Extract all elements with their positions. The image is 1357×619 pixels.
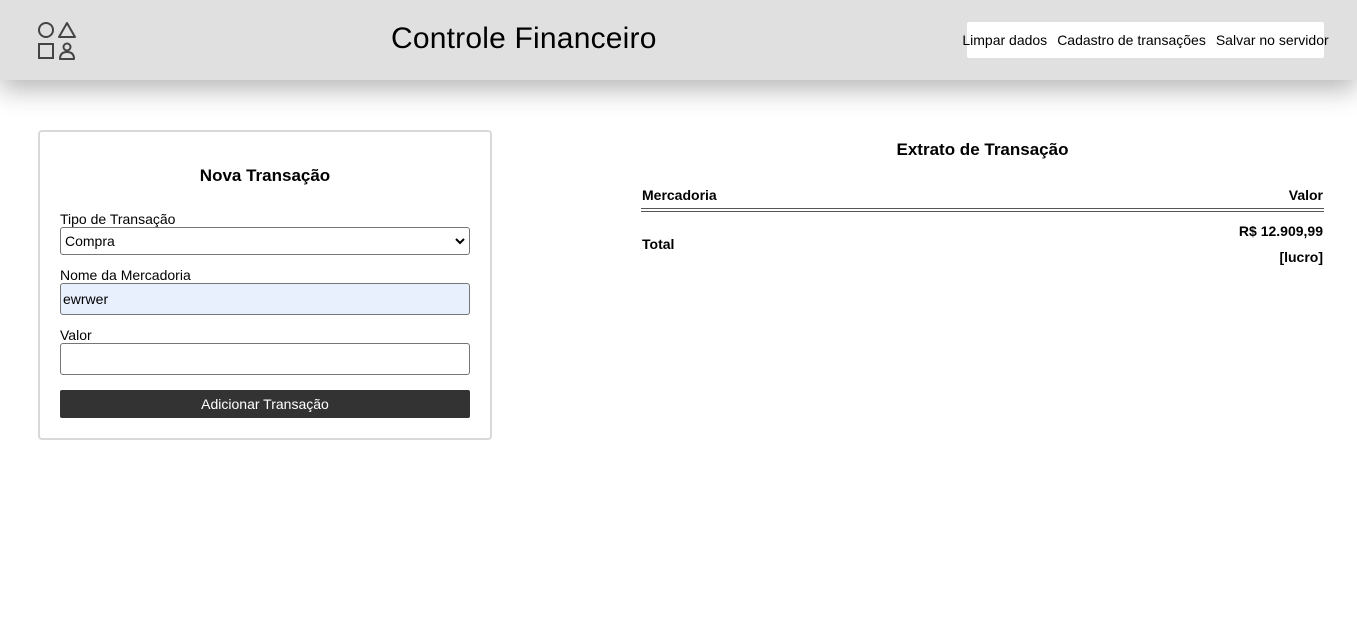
add-transaction-button[interactable]: Adicionar Transação	[60, 390, 470, 418]
item-name-input[interactable]: ewrwer	[60, 283, 470, 315]
app-header: Controle Financeiro Limpar dados Cadastr…	[0, 0, 1357, 80]
shapes-icon	[38, 22, 76, 60]
chevron-down-icon	[455, 238, 465, 245]
total-value: R$ 12.909,99	[1238, 223, 1323, 239]
app-title: Controle Financeiro	[391, 22, 657, 55]
top-menu: Limpar dados Cadastro de transações Salv…	[962, 22, 1329, 58]
new-transaction-form: Nova Transação Tipo de Transação Compra …	[38, 130, 492, 440]
transaction-type-label: Tipo de Transação	[60, 211, 176, 227]
clear-data-link[interactable]: Limpar dados	[962, 32, 1047, 48]
transaction-type-select[interactable]: Compra	[60, 227, 470, 255]
total-status: [lucro]	[1279, 249, 1323, 265]
header-divider	[641, 208, 1324, 212]
value-input[interactable]	[60, 343, 470, 375]
statement-title: Extrato de Transação	[896, 140, 1069, 159]
form-title: Nova Transação	[199, 166, 331, 185]
item-name-label: Nome da Mercadoria	[60, 267, 191, 283]
value-label: Valor	[60, 327, 92, 343]
item-name-value: ewrwer	[63, 291, 109, 307]
column-header-item: Mercadoria	[642, 187, 717, 203]
save-to-server-link[interactable]: Salvar no servidor	[1216, 32, 1329, 48]
transaction-type-value: Compra	[65, 233, 115, 249]
total-label: Total	[642, 236, 675, 252]
register-transactions-link[interactable]: Cadastro de transações	[1057, 32, 1206, 48]
column-header-value: Valor	[1288, 187, 1323, 203]
transaction-statement: Extrato de Transação Mercadoria Valor To…	[641, 140, 1324, 265]
